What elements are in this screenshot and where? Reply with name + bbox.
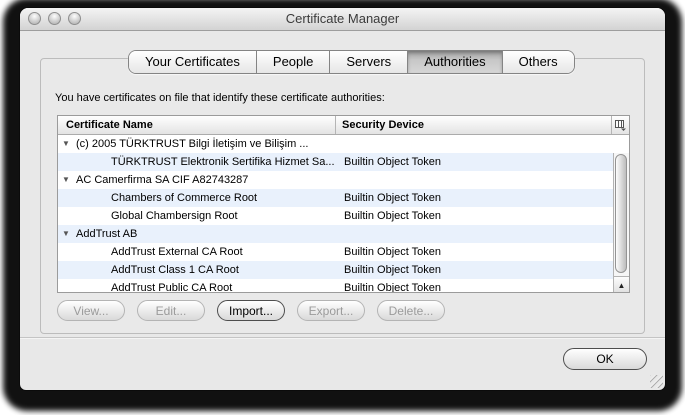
certificate-name-cell: ▼AddTrust Class 1 CA Root — [58, 261, 337, 279]
security-device-cell — [337, 171, 629, 189]
scrollbar-thumb[interactable] — [615, 154, 627, 273]
certificate-name: Global Chambersign Root — [111, 207, 238, 225]
table-row[interactable]: ▼AddTrust External CA Root Builtin Objec… — [58, 243, 629, 261]
security-device-cell — [337, 135, 629, 153]
table-row[interactable]: ▼AddTrust Class 1 CA Root Builtin Object… — [58, 261, 629, 279]
security-device-cell: Builtin Object Token — [337, 261, 629, 279]
disclosure-triangle-icon[interactable]: ▼ — [62, 225, 76, 243]
certificate-name-cell: ▼TÜRKTRUST Elektronik Sertifika Hizmet S… — [58, 153, 337, 171]
certificate-name-cell: ▼(c) 2005 TÜRKTRUST Bilgi İletişim ve Bi… — [58, 135, 337, 153]
action-button[interactable]: Export... — [297, 300, 365, 321]
action-button-label: Import... — [229, 304, 273, 318]
security-device-cell: Builtin Object Token — [337, 279, 629, 292]
action-buttons: View... Edit... Import... Export... Dele… — [57, 300, 457, 321]
window-title: Certificate Manager — [20, 8, 665, 30]
tab[interactable]: Others — [502, 51, 574, 73]
action-button[interactable]: Edit... — [137, 300, 205, 321]
table-row[interactable]: ▼Global Chambersign Root Builtin Object … — [58, 207, 629, 225]
action-button-label: Edit... — [156, 304, 187, 318]
security-device-cell: Builtin Object Token — [337, 243, 629, 261]
certificate-name-cell: ▼AddTrust External CA Root — [58, 243, 337, 261]
ok-button[interactable]: OK — [563, 348, 647, 370]
window-titlebar[interactable]: Certificate Manager — [20, 8, 665, 31]
security-device-cell: Builtin Object Token — [337, 189, 629, 207]
action-button[interactable]: Import... — [217, 300, 285, 321]
security-device-cell — [337, 225, 629, 243]
action-button[interactable]: View... — [57, 300, 125, 321]
disclosure-triangle-icon[interactable]: ▼ — [62, 135, 76, 153]
certificate-name: TÜRKTRUST Elektronik Sertifika Hizmet Sa… — [111, 153, 335, 171]
certificate-manager-window: Certificate Manager Your Certificates Pe… — [20, 8, 665, 390]
tab-label: Others — [519, 54, 558, 69]
certificate-name: AddTrust External CA Root — [111, 243, 243, 261]
table-header: Certificate Name Security Device — [58, 116, 629, 135]
action-button[interactable]: Delete... — [377, 300, 445, 321]
tab[interactable]: People — [256, 51, 329, 73]
certificate-name: AddTrust AB — [76, 225, 137, 243]
tab-label: Servers — [346, 54, 391, 69]
certificate-name: AC Camerfirma SA CIF A82743287 — [76, 171, 248, 189]
screenshot-background: Certificate Manager Your Certificates Pe… — [0, 0, 685, 415]
security-device-cell: Builtin Object Token — [337, 153, 629, 171]
certificates-table: Certificate Name Security Device ▼(c) 20… — [57, 115, 630, 293]
table-row[interactable]: ▼Chambers of Commerce Root Builtin Objec… — [58, 189, 629, 207]
certificate-name-cell: ▼Chambers of Commerce Root — [58, 189, 337, 207]
table-row[interactable]: ▼AddTrust Public CA Root Builtin Object … — [58, 279, 629, 292]
column-header-certificate-name[interactable]: Certificate Name — [58, 116, 336, 134]
security-device-cell: Builtin Object Token — [337, 207, 629, 225]
tab[interactable]: Authorities — [407, 51, 501, 73]
certificate-name: Chambers of Commerce Root — [111, 189, 257, 207]
certificate-name-cell: ▼Global Chambersign Root — [58, 207, 337, 225]
action-button-label: Delete... — [389, 304, 434, 318]
table-row[interactable]: ▼AC Camerfirma SA CIF A82743287 — [58, 171, 629, 189]
column-header-security-device[interactable]: Security Device — [336, 116, 611, 134]
table-row[interactable]: ▼AddTrust AB — [58, 225, 629, 243]
table-row[interactable]: ▼(c) 2005 TÜRKTRUST Bilgi İletişim ve Bi… — [58, 135, 629, 153]
tab-bar: Your Certificates People Servers Authori… — [128, 50, 575, 74]
action-button-label: View... — [73, 304, 108, 318]
action-button-label: Export... — [309, 304, 354, 318]
tab-label: Your Certificates — [145, 54, 240, 69]
column-picker-icon — [615, 120, 627, 131]
certificates-list: ▼(c) 2005 TÜRKTRUST Bilgi İletişim ve Bi… — [58, 135, 629, 292]
certificate-name-cell: ▼AddTrust Public CA Root — [58, 279, 337, 292]
tab[interactable]: Your Certificates — [129, 51, 256, 73]
certificate-name: (c) 2005 TÜRKTRUST Bilgi İletişim ve Bil… — [76, 135, 308, 153]
tab-label: Authorities — [424, 54, 485, 69]
description-text: You have certificates on file that ident… — [55, 92, 385, 104]
certificate-name-cell: ▼AC Camerfirma SA CIF A82743287 — [58, 171, 337, 189]
tab[interactable]: Servers — [329, 51, 407, 73]
column-picker-button[interactable] — [611, 116, 629, 134]
tab-label: People — [273, 54, 313, 69]
certificate-name: AddTrust Public CA Root — [111, 279, 232, 292]
resize-grip-icon[interactable] — [650, 375, 663, 388]
certificate-name: AddTrust Class 1 CA Root — [111, 261, 239, 279]
table-row[interactable]: ▼TÜRKTRUST Elektronik Sertifika Hizmet S… — [58, 153, 629, 171]
footer-divider — [20, 337, 665, 339]
disclosure-triangle-icon[interactable]: ▼ — [62, 171, 76, 189]
certificate-name-cell: ▼AddTrust AB — [58, 225, 337, 243]
scroll-up-button[interactable]: ▲ — [614, 276, 629, 292]
vertical-scrollbar[interactable]: ▲ ▼ — [613, 153, 629, 292]
